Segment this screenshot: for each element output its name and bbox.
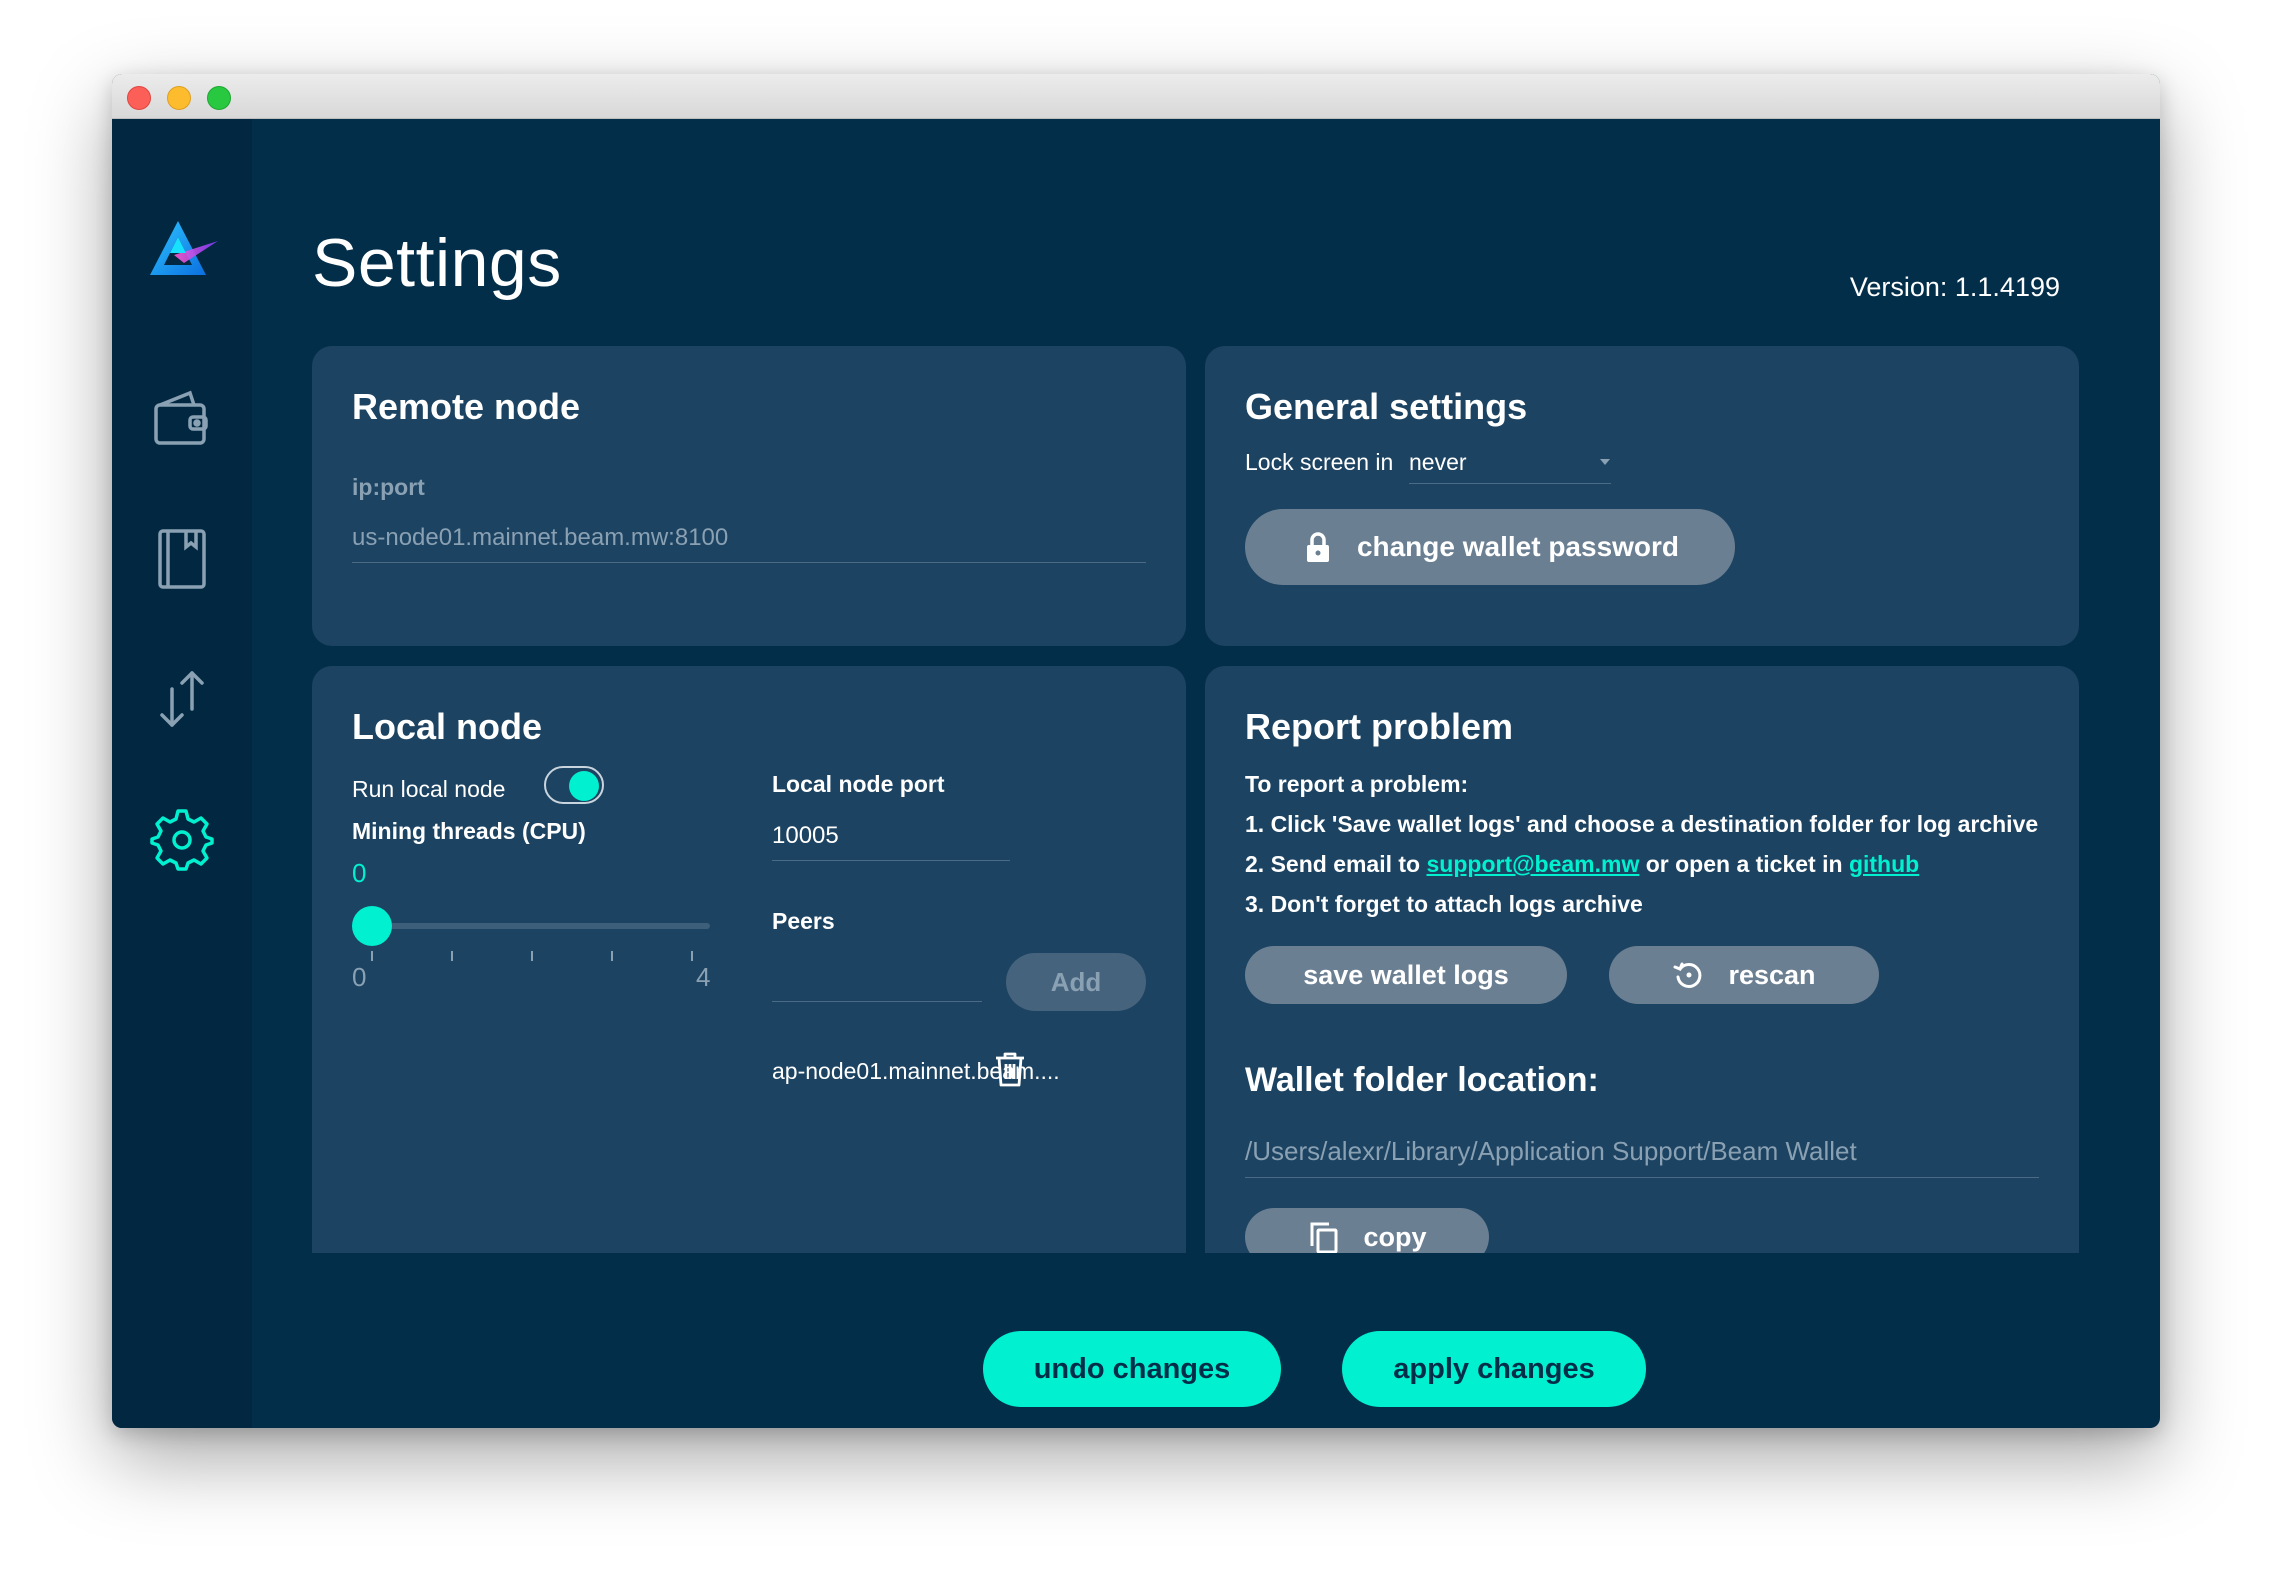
slider-tick <box>691 951 693 961</box>
general-settings-title: General settings <box>1245 386 1528 427</box>
mining-threads-slider-track[interactable] <box>352 923 710 929</box>
arrows-icon <box>160 671 204 727</box>
slider-min-label: 0 <box>352 962 367 992</box>
report-step-2: 2. Send email to support@beam.mw or open… <box>1245 851 1919 878</box>
report-step-1: 1. Click 'Save wallet logs' and choose a… <box>1245 811 2039 837</box>
slider-tick <box>451 951 453 961</box>
local-node-port-input[interactable]: 10005 <box>772 822 1010 861</box>
add-peer-button[interactable]: Add <box>1006 953 1146 1011</box>
wallet-icon <box>154 390 208 445</box>
gear-icon <box>150 809 214 871</box>
rescan-label: rescan <box>1728 959 1816 990</box>
report-step-2-text-b: or open a ticket in <box>1639 851 1849 877</box>
change-wallet-password-label: change wallet password <box>1356 531 1680 562</box>
report-intro: To report a problem: <box>1245 771 1469 797</box>
mining-threads-label: Mining threads (CPU) <box>352 818 586 844</box>
slider-tick <box>531 951 533 961</box>
change-wallet-password-button[interactable]: change wallet password <box>1245 509 1735 585</box>
slider-max-label: 4 <box>696 962 711 992</box>
close-window-button[interactable] <box>127 86 151 110</box>
rescan-button[interactable]: rescan <box>1609 946 1879 1004</box>
sidebar-item-settings[interactable] <box>150 807 214 871</box>
slider-tick <box>371 951 373 961</box>
copy-label: copy <box>1363 1221 1427 1252</box>
title-bar <box>112 74 2160 119</box>
copy-icon <box>1310 1222 1338 1253</box>
sidebar-item-wallet[interactable] <box>150 387 214 451</box>
peers-label: Peers <box>772 908 835 934</box>
remote-node-address-input[interactable]: us-node01.mainnet.beam.mw:8100 <box>352 524 1146 563</box>
ip-port-label: ip:port <box>352 474 425 500</box>
apply-changes-button[interactable]: apply changes <box>1342 1331 1646 1407</box>
copy-folder-path-button[interactable]: copy <box>1245 1208 1489 1253</box>
local-node-port-label: Local node port <box>772 771 945 797</box>
mining-threads-value: 0 <box>352 858 367 888</box>
rescan-icon <box>1673 962 1702 988</box>
toggle-knob <box>569 771 599 801</box>
report-problem-panel: Report problem To report a problem: 1. C… <box>1205 666 2079 1253</box>
report-step-2-text-a: 2. Send email to <box>1245 851 1427 877</box>
report-problem-title: Report problem <box>1245 706 1514 747</box>
lock-screen-value: never <box>1409 449 1467 475</box>
local-node-panel: Local node Run local node Mining threads… <box>312 666 1186 1253</box>
sidebar <box>112 119 252 1428</box>
wallet-folder-title: Wallet folder location: <box>1245 1061 1599 1099</box>
chevron-down-icon <box>1600 459 1610 465</box>
lock-screen-select[interactable]: never <box>1409 446 1611 484</box>
general-settings-panel: General settings Lock screen in never ch… <box>1205 346 2079 646</box>
remote-node-title: Remote node <box>352 386 581 427</box>
undo-changes-button[interactable]: undo changes <box>983 1331 1281 1407</box>
sidebar-item-address-book[interactable] <box>150 527 214 591</box>
zoom-window-button[interactable] <box>207 86 231 110</box>
run-local-node-toggle[interactable] <box>544 766 604 804</box>
page-title: Settings <box>312 225 562 301</box>
run-local-node-label: Run local node <box>352 776 506 802</box>
minimize-window-button[interactable] <box>167 86 191 110</box>
beam-logo-icon <box>150 221 218 275</box>
peer-address-input[interactable] <box>772 960 982 1002</box>
lock-icon <box>1306 532 1329 562</box>
version-label: Version: 1.1.4199 <box>1849 272 2060 302</box>
report-step-3: 3. Don't forget to attach logs archive <box>1245 891 1643 917</box>
sidebar-item-transactions[interactable] <box>150 667 214 731</box>
notebook-icon <box>158 529 206 589</box>
github-link[interactable]: github <box>1849 851 1919 877</box>
slider-tick <box>611 951 613 961</box>
mining-threads-slider-handle[interactable] <box>352 906 392 946</box>
main-content: Settings Version: 1.1.4199 Remote node i… <box>252 119 2160 1428</box>
support-email-link[interactable]: support@beam.mw <box>1427 851 1640 877</box>
local-node-title: Local node <box>352 706 543 747</box>
save-wallet-logs-button[interactable]: save wallet logs <box>1245 946 1567 1004</box>
trash-icon[interactable] <box>992 1050 1028 1088</box>
lock-screen-label: Lock screen in <box>1245 449 1394 475</box>
remote-node-panel: Remote node ip:port us-node01.mainnet.be… <box>312 346 1186 646</box>
wallet-folder-path: /Users/alexr/Library/Application Support… <box>1245 1136 2039 1178</box>
app-window: Settings Version: 1.1.4199 Remote node i… <box>112 74 2160 1428</box>
